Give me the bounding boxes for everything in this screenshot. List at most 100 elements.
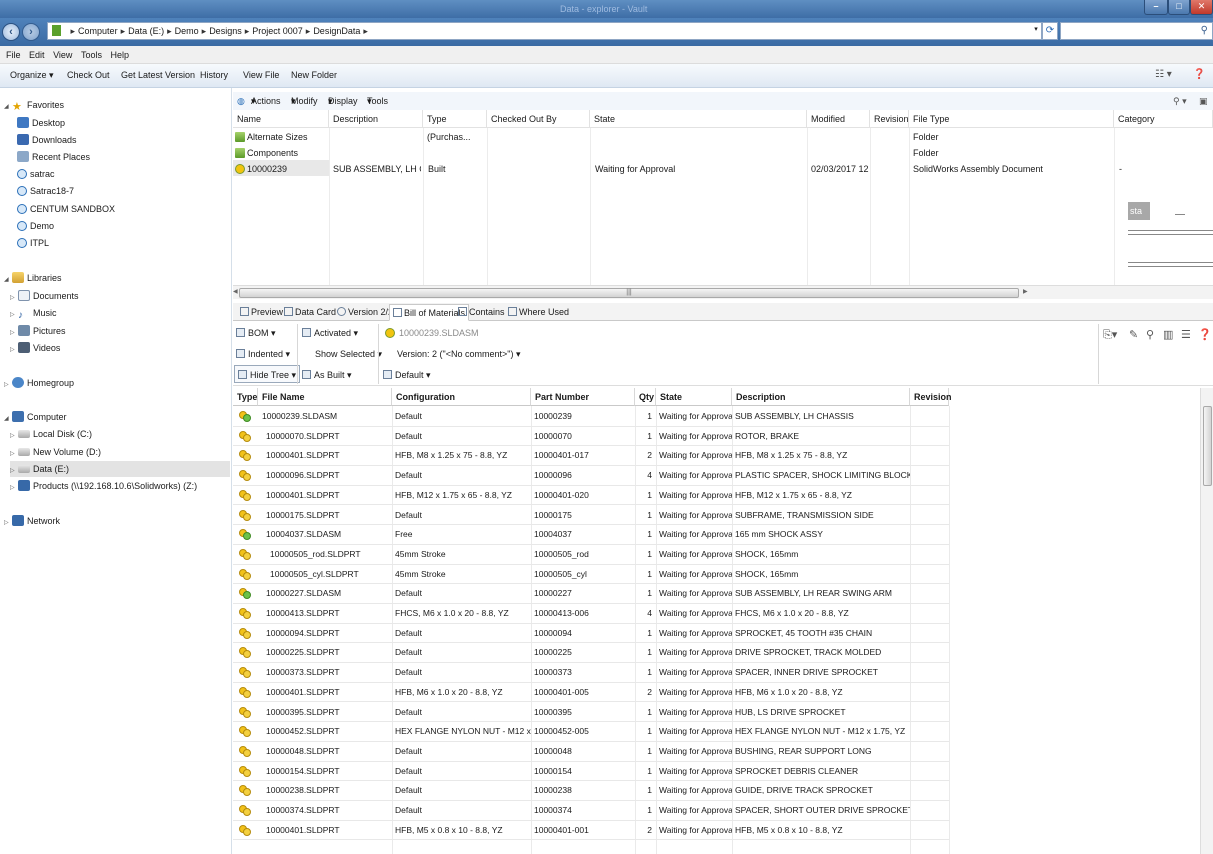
column-header-state[interactable]: State bbox=[656, 388, 732, 406]
table-row[interactable]: 10000401.SLDPRT HFB, M8 x 1.25 x 75 - 8.8… bbox=[233, 446, 949, 467]
breadcrumb-separator-icon[interactable]: ▸ bbox=[245, 26, 250, 36]
list-item-components[interactable]: Components bbox=[235, 145, 298, 161]
breadcrumb-separator-icon[interactable]: ▸ bbox=[306, 26, 311, 36]
nav-computer[interactable]: ◢ Computer bbox=[4, 409, 67, 425]
refresh-button[interactable]: ⟳ bbox=[1042, 22, 1058, 40]
table-row[interactable]: 10000505_rod.SLDPRT 45mm Stroke 10000505_r… bbox=[233, 545, 949, 565]
scrollbar-thumb[interactable]: ||| bbox=[239, 288, 1019, 298]
column-header-configuration[interactable]: Configuration bbox=[392, 388, 531, 406]
forward-button[interactable]: › bbox=[22, 23, 40, 41]
table-row[interactable]: 10000070.SLDPRT Default 10000070 1 Waiting f… bbox=[233, 427, 949, 447]
address-field[interactable]: ▸ Computer ▸ Data (E:) ▸ Demo ▸ Designs ▸ Project… bbox=[47, 22, 1042, 40]
table-row[interactable]: 10004037.SLDASM Free 10004037 1 Waiting for … bbox=[233, 525, 949, 545]
horizontal-scrollbar[interactable]: ◀ ||| ▶ bbox=[233, 285, 1213, 299]
table-row[interactable]: 10000048.SLDPRT Default 10000048 1 Waiting f… bbox=[233, 742, 949, 762]
table-row[interactable]: 10000452.SLDPRT HEX FLANGE NYLON NUT - M1… bbox=[233, 722, 949, 742]
check-out-button[interactable]: Check Out bbox=[67, 64, 110, 87]
column-header-description[interactable]: Description bbox=[329, 110, 423, 128]
table-row[interactable]: 10000401.SLDPRT HFB, M12 x 1.75 x 65 - 8.… bbox=[233, 486, 949, 506]
nav-pictures[interactable]: ▷ Pictures bbox=[10, 323, 66, 339]
expand-icon[interactable]: ▷ bbox=[4, 515, 12, 531]
column-header-category[interactable]: Category bbox=[1114, 110, 1213, 128]
menu-help[interactable]: Help bbox=[110, 46, 129, 64]
scrollbar-thumb[interactable] bbox=[1203, 406, 1212, 486]
nav-recent-places[interactable]: Recent Places bbox=[17, 149, 90, 165]
nav-satrac[interactable]: satrac bbox=[17, 166, 55, 182]
close-button[interactable]: ✕ bbox=[1190, 0, 1213, 15]
organize-button[interactable]: Organize ▾ bbox=[10, 64, 54, 87]
help-icon[interactable]: ❓ bbox=[1193, 69, 1205, 80]
search-input[interactable]: ⚲ bbox=[1060, 22, 1213, 40]
column-header-file-name[interactable]: File Name bbox=[258, 388, 392, 406]
show-selected-dropdown[interactable]: Show Selected ▾ bbox=[315, 345, 382, 363]
table-row[interactable]: 10000505_cyl.SLDPRT 45mm Stroke 10000505_c… bbox=[233, 565, 949, 585]
breadcrumb-item[interactable]: Designs bbox=[209, 26, 242, 36]
menu-view[interactable]: View bbox=[53, 46, 72, 64]
breadcrumb-separator-icon[interactable]: ▸ bbox=[121, 26, 126, 36]
modify-menu[interactable]: Modify ▾ bbox=[291, 92, 318, 110]
expand-icon[interactable]: ▷ bbox=[10, 307, 18, 323]
column-header-qty[interactable]: Qty bbox=[635, 388, 656, 406]
column-header-modified[interactable]: Modified bbox=[807, 110, 870, 128]
column-header-file-type[interactable]: File Type bbox=[909, 110, 1114, 128]
breadcrumb-item[interactable]: Demo bbox=[175, 26, 199, 36]
column-header-revision[interactable]: Revision bbox=[870, 110, 909, 128]
list-item-alternate-sizes[interactable]: Alternate Sizes bbox=[235, 129, 308, 145]
breadcrumb-separator-icon[interactable]: ▸ bbox=[71, 26, 76, 36]
column-header-revision[interactable]: Revision bbox=[910, 388, 952, 406]
list-icon[interactable]: ☰ bbox=[1181, 328, 1191, 341]
address-dropdown-button[interactable]: ▾ bbox=[1030, 22, 1042, 40]
new-folder-button[interactable]: New Folder bbox=[291, 64, 337, 87]
history-button[interactable]: History bbox=[200, 64, 228, 87]
tab-data-card[interactable]: Data Card bbox=[281, 304, 339, 321]
table-row[interactable]: 10000373.SLDPRT Default 10000373 1 Waiting f… bbox=[233, 663, 949, 683]
tools-menu[interactable]: Tools ▾ bbox=[367, 92, 388, 110]
table-row[interactable]: 10000227.SLDASM Default 10000227 1 Waiting f… bbox=[233, 584, 949, 604]
table-row[interactable]: 10000094.SLDPRT Default 10000094 1 Waiting f… bbox=[233, 624, 949, 644]
view-options-icon[interactable]: ☷ ▾ bbox=[1155, 69, 1172, 80]
panel-icon[interactable]: ▣ bbox=[1199, 92, 1208, 110]
table-row[interactable]: 10000413.SLDPRT FHCS, M6 x 1.0 x 20 - 8.8… bbox=[233, 604, 949, 624]
nav-desktop[interactable]: Desktop bbox=[17, 115, 65, 131]
nav-centum-sandbox[interactable]: CENTUM SANDBOX bbox=[17, 201, 115, 217]
expand-icon[interactable]: ▷ bbox=[4, 377, 12, 393]
table-row[interactable]: 10000374.SLDPRT Default 10000374 1 Waiting f… bbox=[233, 801, 949, 821]
expand-icon[interactable]: ▷ bbox=[10, 428, 18, 444]
display-menu[interactable]: Display ▾ bbox=[328, 92, 358, 110]
as-built-dropdown[interactable]: As Built ▾ bbox=[302, 366, 352, 384]
expand-icon[interactable]: ◢ bbox=[4, 99, 12, 115]
nav-libraries[interactable]: ◢ Libraries bbox=[4, 270, 62, 286]
hide-tree-button[interactable]: Hide Tree ▾ bbox=[234, 365, 301, 383]
back-button[interactable]: ‹ bbox=[2, 23, 20, 41]
menu-tools[interactable]: Tools bbox=[81, 46, 102, 64]
menu-edit[interactable]: Edit bbox=[29, 46, 45, 64]
nav-satrac18-7[interactable]: Satrac18-7 bbox=[17, 183, 74, 199]
scroll-right-icon[interactable]: ▶ bbox=[1023, 288, 1028, 295]
tab-contains[interactable]: Contains bbox=[455, 304, 508, 321]
nav-downloads[interactable]: Downloads bbox=[17, 132, 77, 148]
breadcrumb-separator-icon[interactable]: ▸ bbox=[167, 26, 172, 36]
maximize-button[interactable]: □ bbox=[1168, 0, 1190, 15]
minimize-button[interactable]: – bbox=[1144, 0, 1168, 15]
expand-icon[interactable]: ▷ bbox=[10, 446, 18, 462]
settings-icon[interactable]: ✎ bbox=[1129, 328, 1138, 341]
tab-where-used[interactable]: Where Used bbox=[505, 304, 572, 321]
expand-icon[interactable]: ▷ bbox=[10, 463, 18, 479]
search-tool-icon[interactable]: ⚲ ▾ bbox=[1173, 92, 1187, 110]
table-row[interactable]: 10000238.SLDPRT Default 10000238 1 Waiting f… bbox=[233, 781, 949, 801]
nav-itpl[interactable]: ITPL bbox=[17, 235, 49, 251]
table-row[interactable]: 10000154.SLDPRT Default 10000154 1 Waiting f… bbox=[233, 762, 949, 782]
nav-new-volume-d[interactable]: ▷ New Volume (D:) bbox=[10, 444, 101, 460]
nav-data-e[interactable]: ▷ Data (E:) bbox=[10, 461, 230, 477]
nav-products-z[interactable]: ▷ Products (\\192.168.10.6\Solidworks) (Z… bbox=[10, 478, 197, 494]
default-config-dropdown[interactable]: Default ▾ bbox=[383, 366, 431, 384]
list-item-10000239[interactable]: 10000239 bbox=[235, 161, 287, 177]
get-latest-version-button[interactable]: Get Latest Version bbox=[121, 64, 195, 87]
table-row[interactable]: 10000096.SLDPRT Default 10000096 4 Waiting f… bbox=[233, 466, 949, 486]
nav-homegroup[interactable]: ▷ Homegroup bbox=[4, 375, 74, 391]
table-row[interactable]: 10000395.SLDPRT Default 10000395 1 Waiting f… bbox=[233, 703, 949, 723]
vertical-scrollbar[interactable] bbox=[1200, 388, 1213, 854]
indented-dropdown[interactable]: Indented ▾ bbox=[236, 345, 290, 363]
table-row[interactable]: 10000239.SLDASM Default 10000239 1 Waiting f… bbox=[233, 407, 949, 427]
breadcrumb-item[interactable]: Project 0007 bbox=[252, 26, 303, 36]
